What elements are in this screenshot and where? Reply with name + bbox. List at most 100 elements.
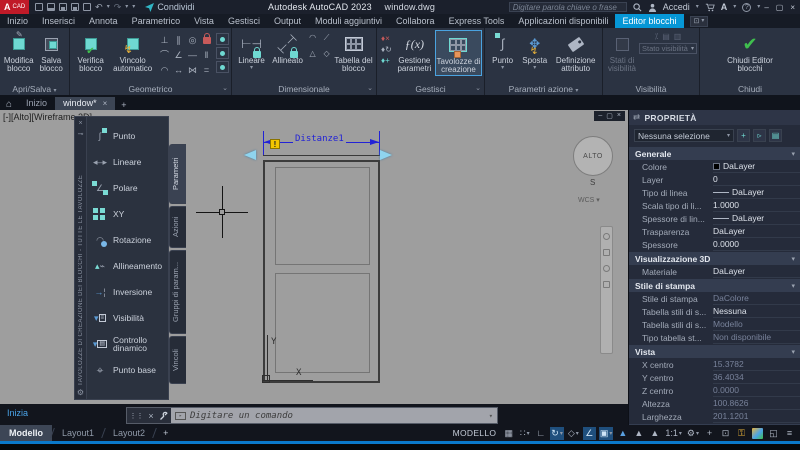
constraint-smooth-icon[interactable]: ◠ [158, 63, 171, 77]
allineato-button[interactable]: ⊢⊣ Allineato [269, 30, 306, 65]
ortho-mode-icon[interactable]: ∟ [534, 427, 547, 440]
wcs-dropdown[interactable]: WCS ▾ [578, 196, 600, 204]
palette-item-punto[interactable]: ∫ Punto [87, 123, 168, 149]
undo-caret-icon[interactable]: ▾ [107, 4, 110, 10]
qat-menu-caret-icon[interactable]: ▾ [132, 4, 135, 10]
scale-selector[interactable]: 1:1 ▾ [664, 427, 683, 440]
tab-vista[interactable]: Vista [187, 14, 221, 28]
new-file-icon[interactable] [35, 3, 44, 11]
vp-restore-icon[interactable]: ▢ [606, 112, 613, 120]
prop-row-x-centro[interactable]: X centro 15.3782 [629, 358, 800, 371]
isodraft-icon[interactable]: ◇ ▾ [567, 427, 580, 440]
command-grip-icon[interactable]: ⋮⋮ [129, 412, 143, 420]
palette-item-polare[interactable]: ∠ Polare [87, 175, 168, 201]
prop-row-layer[interactable]: Layer 0 [629, 173, 800, 186]
constraint-perpendicular-icon[interactable]: ⊥ [158, 33, 171, 47]
constraint-horizontal-icon[interactable]: — [186, 48, 199, 62]
prop-row-trasparenza[interactable]: Trasparenza DaLayer [629, 225, 800, 238]
model-space-button[interactable]: MODELLO [453, 428, 497, 438]
prop-row-z-centro[interactable]: Z centro 0.0000 [629, 384, 800, 397]
prop-row-altezza[interactable]: Altezza 100.8626 [629, 397, 800, 410]
palette-item-visibilita[interactable]: ▾ ≡ Visibilità [87, 305, 168, 331]
make-visible-icon[interactable]: ▤ [662, 32, 670, 41]
palette-item-punto-base[interactable]: ⌖ Punto base [87, 357, 168, 383]
minimize-button[interactable]: – [764, 3, 768, 12]
panel-footer-dimensionale[interactable]: Dimensionale ⌄ [232, 83, 376, 95]
palette-item-xy[interactable]: XY [87, 201, 168, 227]
show-constraints-icon[interactable] [216, 33, 229, 45]
signin-caret-icon[interactable]: ▾ [696, 4, 699, 10]
tab-collabora[interactable]: Collabora [389, 14, 442, 28]
palette-autohide-icon[interactable]: ⊸ [78, 128, 84, 139]
close-button[interactable]: × [790, 3, 795, 12]
parameter-grip-left[interactable] [244, 150, 256, 160]
annotation-visibility-icon[interactable]: ▲ [616, 427, 629, 440]
panel-footer-gestisci[interactable]: Gestisci ⌄ [377, 83, 484, 95]
drawing-canvas[interactable]: [-][Alto][Wireframe 2D] – ▢ × Distanze1 … [0, 110, 628, 404]
punto-button[interactable]: ∫ Punto ▾ [487, 30, 518, 71]
palette-tab-gruppi[interactable]: Gruppi di param... [169, 250, 186, 334]
help-icon[interactable]: ? [742, 2, 752, 12]
command-input[interactable]: ▸ Digitare un comando ▾ [171, 408, 497, 423]
viewcube[interactable]: ALTO [573, 136, 613, 176]
start-home-icon[interactable]: ⌂ [0, 99, 18, 110]
panel-footer-apri-salva[interactable]: Apri/Salva ▾ [0, 83, 69, 95]
plot-icon[interactable] [83, 3, 92, 11]
quick-select-icon[interactable]: ▤ [769, 129, 782, 142]
tab-inizio[interactable]: Inizio [0, 14, 35, 28]
search-icon[interactable] [633, 2, 642, 12]
tab-gestisci[interactable]: Gestisci [221, 14, 267, 28]
snap-mode-icon[interactable]: ∷ ▾ [518, 427, 531, 440]
modifica-blocco-button[interactable]: ✎ Modifica blocco [2, 30, 35, 74]
prop-row-stile-stampa[interactable]: Stile di stampa DaColore [629, 292, 800, 305]
selection-dropdown[interactable]: Nessuna selezione ▾ [634, 129, 734, 142]
window-pane-top[interactable] [275, 167, 370, 265]
clean-screen-icon[interactable]: ◱ [767, 427, 780, 440]
zoom-icon[interactable] [603, 265, 610, 272]
steering-wheel-icon[interactable] [603, 233, 610, 240]
vincolo-automatico-button[interactable]: ↯ Vincolo automatico [109, 30, 156, 74]
tab-modello[interactable]: Modello [0, 425, 52, 441]
tab-express-tools[interactable]: Express Tools [442, 14, 512, 28]
tab-start[interactable]: Inizio [18, 97, 55, 110]
visibility-toggle-icon[interactable]: ⁒ [655, 32, 659, 41]
save-icon[interactable] [59, 3, 68, 11]
prop-row-tipo-tabella[interactable]: Tipo tabella st... Non disponibile [629, 331, 800, 344]
recent-commands-icon[interactable]: ▸ [175, 411, 186, 420]
inizia-label[interactable]: Inizia [7, 408, 28, 418]
pickadd-icon[interactable]: + [737, 129, 750, 142]
distance-parameter-label[interactable]: Distanze1 [293, 134, 346, 144]
palette-tab-parametri[interactable]: Parametri [169, 144, 186, 204]
cart-icon[interactable] [705, 3, 715, 12]
redo-icon[interactable]: ↷ [114, 2, 122, 12]
close-tab-icon[interactable]: × [103, 99, 108, 108]
tab-window-dwg[interactable]: window* × [55, 97, 116, 110]
pan-icon[interactable] [603, 249, 610, 256]
prop-row-tabella-stili-2[interactable]: Tabella stili di s... Modello [629, 318, 800, 331]
palette-item-allineamento[interactable]: ▴ ⌁ Allineamento [87, 253, 168, 279]
prop-row-scala-tipo-linea[interactable]: Scala tipo di li... 1.0000 [629, 199, 800, 212]
graphics-performance-icon[interactable] [751, 427, 764, 440]
convert-constraint-icon[interactable]: ◇ [320, 49, 333, 64]
palette-item-lineare[interactable]: ◂–▸ Lineare [87, 149, 168, 175]
tab-layout2[interactable]: Layout2 [104, 425, 154, 441]
constraint-settings-icon[interactable] [216, 61, 229, 73]
palette-close-icon[interactable]: × [78, 117, 82, 128]
units-hardware-icon[interactable]: ⊡ [719, 427, 732, 440]
prop-row-spessore-linea[interactable]: Spessore di lin... DaLayer [629, 212, 800, 225]
lineare-button[interactable]: ⊢⊣ Lineare ▾ [234, 30, 269, 72]
section-visualizzazione-3d[interactable]: Visualizzazione 3D ▾ [629, 252, 800, 265]
navigation-bar[interactable] [600, 226, 613, 354]
radial-constraint-icon[interactable]: ◠ [306, 33, 319, 48]
annotation-monitor-icon[interactable]: + [703, 427, 716, 440]
constraint-tangent-icon[interactable]: ⌒ [158, 48, 171, 62]
share-button[interactable]: Condividi [145, 2, 194, 12]
apps-caret-icon[interactable]: ▾ [733, 4, 736, 10]
section-stile-stampa[interactable]: Stile di stampa ▾ [629, 279, 800, 292]
constraint-vertical-icon[interactable]: ǁ [200, 48, 213, 62]
tab-moduli-aggiuntivi[interactable]: Moduli aggiuntivi [308, 14, 389, 28]
command-expand-caret-icon[interactable]: ▾ [489, 412, 493, 420]
diameter-constraint-icon[interactable]: ⟋ [320, 33, 333, 48]
select-objects-icon[interactable]: ▹ [753, 129, 766, 142]
constraint-concentric-icon[interactable]: ◎ [186, 33, 199, 47]
